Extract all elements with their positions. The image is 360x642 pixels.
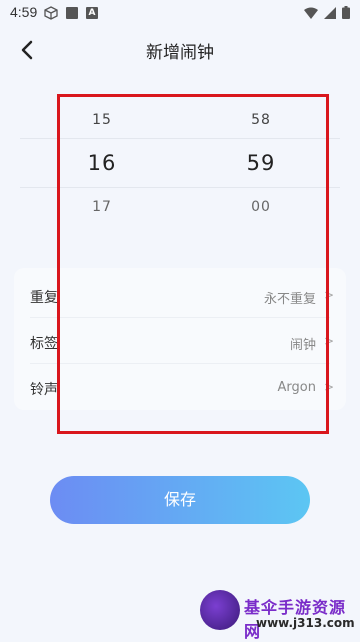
ringtone-value: Argon <box>277 380 316 395</box>
signal-icon <box>324 6 336 19</box>
a-icon: A <box>86 7 98 19</box>
repeat-value: 永不重复 <box>263 292 316 307</box>
chevron-right-icon: > <box>323 334 334 348</box>
tag-value: 闹钟 <box>289 338 316 353</box>
status-icons-right <box>304 6 350 19</box>
ringtone-row[interactable]: 铃声 Argon > <box>14 364 346 410</box>
status-icons-left: A <box>44 6 98 20</box>
watermark-url: www.j313.com <box>256 616 355 630</box>
save-button[interactable]: 保存 <box>50 476 310 524</box>
hour-selected[interactable]: 16 <box>57 151 147 175</box>
status-time: 4:59 <box>10 4 38 20</box>
minute-next[interactable]: 00 <box>216 199 306 215</box>
picker-divider <box>20 187 340 188</box>
battery-icon <box>342 6 350 19</box>
hour-prev[interactable]: 15 <box>57 112 147 128</box>
tag-label: 标签 <box>30 336 58 352</box>
minute-prev[interactable]: 58 <box>216 112 306 128</box>
picker-divider <box>20 138 340 139</box>
page-title: 新增闹钟 <box>146 43 214 63</box>
chevron-right-icon: > <box>323 380 334 394</box>
wifi-icon <box>304 7 318 19</box>
tag-row[interactable]: 标签 闹钟 > <box>14 318 346 364</box>
ringtone-label: 铃声 <box>30 382 58 398</box>
settings-card: 重复 永不重复 > 标签 闹钟 > 铃声 Argon > <box>14 268 346 410</box>
time-picker[interactable]: 15 16 17 58 59 00 <box>0 95 360 240</box>
minute-selected[interactable]: 59 <box>216 151 306 175</box>
square-icon <box>66 7 78 19</box>
cube-icon <box>44 6 58 20</box>
watermark: 基伞手游资源网 www.j313.com <box>200 588 360 641</box>
repeat-label: 重复 <box>30 290 58 306</box>
chevron-right-icon: > <box>323 288 334 302</box>
watermark-logo-icon <box>200 590 240 630</box>
repeat-row[interactable]: 重复 永不重复 > <box>14 272 346 318</box>
hour-next[interactable]: 17 <box>57 199 147 215</box>
header: 新增闹钟 <box>0 28 360 72</box>
status-bar: 4:59 A <box>0 0 360 26</box>
